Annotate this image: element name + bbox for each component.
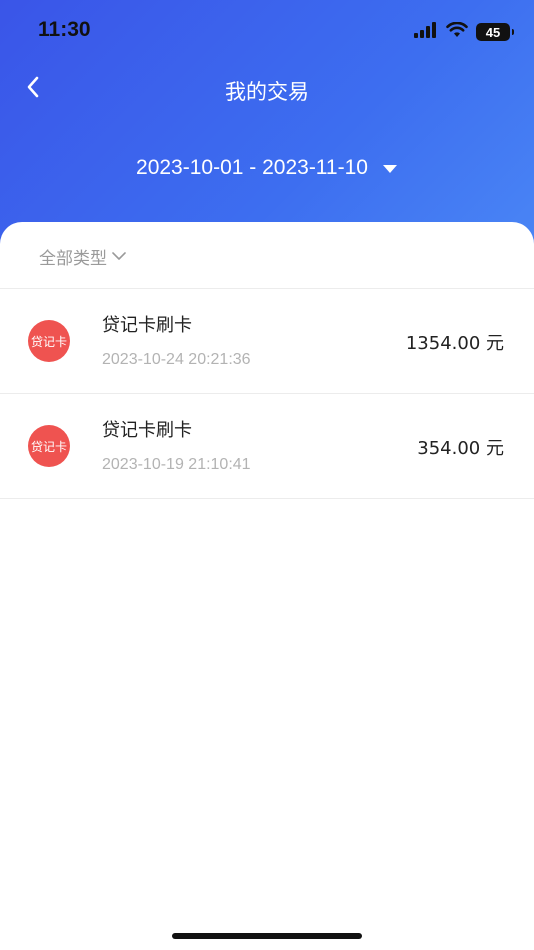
home-indicator[interactable] [172, 933, 362, 939]
transaction-row[interactable]: 贷记卡 贷记卡刷卡 2023-10-24 20:21:36 1354.00 元 [0, 289, 534, 394]
transaction-list: 贷记卡 贷记卡刷卡 2023-10-24 20:21:36 1354.00 元 … [0, 289, 534, 499]
transaction-time: 2023-10-24 20:21:36 [102, 351, 251, 368]
battery-icon: 45 [476, 23, 514, 41]
cellular-signal-icon [414, 22, 438, 42]
date-range-selector[interactable]: 2023-10-01 - 2023-11-10 [0, 156, 534, 180]
page-title: 我的交易 [225, 80, 309, 104]
battery-level: 45 [485, 24, 501, 40]
transaction-amount: 354.00 元 [417, 438, 504, 459]
nav-bar: 我的交易 [0, 62, 534, 118]
status-bar: 11:30 45 [0, 0, 534, 62]
filter-chevron-icon [111, 247, 127, 267]
transaction-title: 贷记卡刷卡 [102, 315, 192, 336]
type-filter-label: 全部类型 [39, 249, 107, 269]
status-icons: 45 [414, 20, 514, 44]
date-range-label: 2023-10-01 - 2023-11-10 [136, 156, 368, 179]
transaction-row[interactable]: 贷记卡 贷记卡刷卡 2023-10-19 21:10:41 354.00 元 [0, 394, 534, 499]
type-filter[interactable]: 全部类型 [39, 244, 127, 269]
transactions-card: 全部类型 贷记卡 贷记卡刷卡 2023-10-24 20:21:36 1354.… [0, 222, 534, 950]
dropdown-triangle-icon [382, 156, 398, 180]
transaction-amount: 1354.00 元 [405, 333, 504, 354]
status-time: 11:30 [38, 18, 91, 41]
wifi-icon [446, 21, 468, 42]
transaction-time: 2023-10-19 21:10:41 [102, 456, 251, 473]
transaction-title: 贷记卡刷卡 [102, 420, 192, 441]
card-type-badge: 贷记卡 [28, 320, 70, 362]
card-type-badge: 贷记卡 [28, 425, 70, 467]
